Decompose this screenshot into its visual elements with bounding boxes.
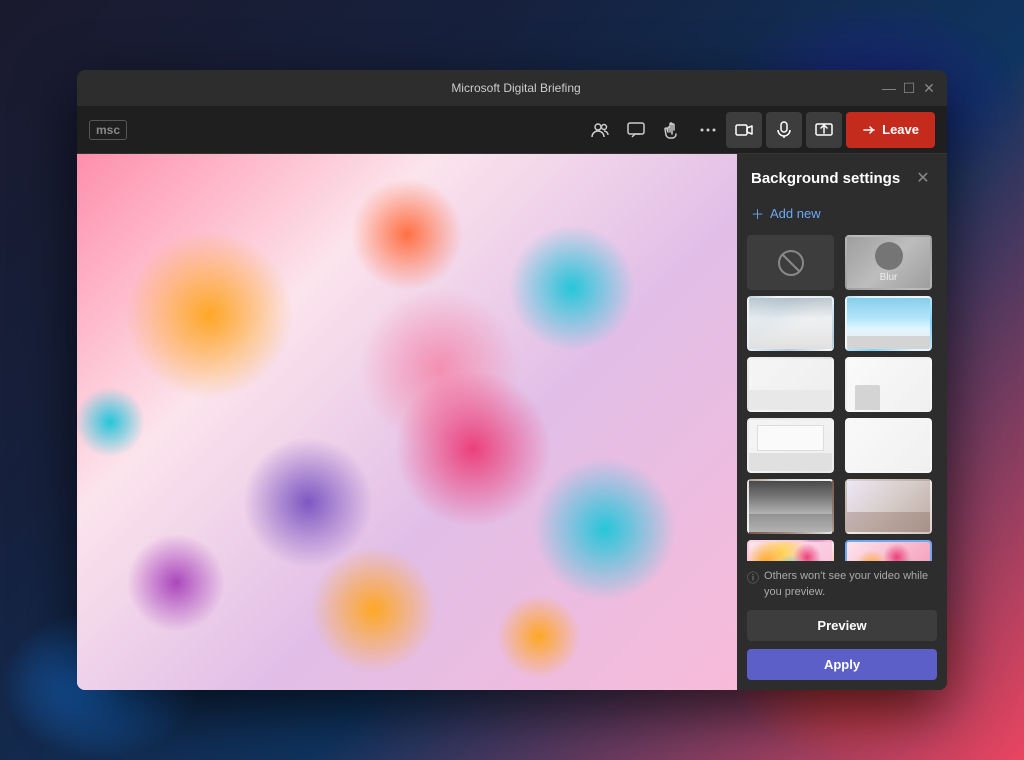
background-blur-thumb[interactable]: Blur — [845, 235, 932, 290]
window-controls: — ☐ ✕ — [883, 82, 935, 94]
add-new-label: Add new — [770, 206, 821, 221]
title-bar: Microsoft Digital Briefing — ☐ ✕ — [77, 70, 947, 106]
background-whitewall-thumb[interactable] — [845, 418, 932, 473]
thumbnails-container: Blur — [737, 235, 947, 561]
video-area — [77, 154, 737, 690]
window-title: Microsoft Digital Briefing — [149, 81, 883, 95]
info-text: Others won't see your video while you pr… — [764, 569, 937, 600]
more-options-icon[interactable] — [698, 120, 718, 140]
video-toggle-button[interactable] — [726, 112, 762, 148]
call-controls: Leave — [726, 112, 935, 148]
background-industrial-thumb[interactable] — [747, 479, 834, 534]
background-plainwall-thumb[interactable] — [845, 479, 932, 534]
leave-button[interactable]: Leave — [846, 112, 935, 148]
info-section: ⓘ Others won't see your video while you … — [737, 561, 947, 606]
minimize-button[interactable]: — — [883, 82, 895, 94]
background-room1-thumb[interactable] — [747, 357, 834, 412]
toolbar-icons — [590, 120, 718, 140]
chat-icon[interactable] — [626, 120, 646, 140]
blur-avatar — [875, 242, 903, 270]
toolbar: msc — [77, 106, 947, 154]
main-window: Microsoft Digital Briefing — ☐ ✕ msc — [77, 70, 947, 690]
bg-settings-close-button[interactable]: ✕ — [913, 168, 933, 188]
logo: msc — [89, 120, 127, 140]
background-minimal1-thumb[interactable] — [747, 418, 834, 473]
background-none-thumb[interactable] — [747, 235, 834, 290]
mic-toggle-button[interactable] — [766, 112, 802, 148]
bg-settings-title: Background settings — [751, 170, 900, 187]
people-icon[interactable] — [590, 120, 610, 140]
background-settings-panel: Background settings ✕ ＋ Add new — [737, 154, 947, 690]
background-office1-thumb[interactable] — [747, 296, 834, 351]
leave-button-label: Leave — [882, 122, 919, 137]
raise-hand-icon[interactable] — [662, 120, 682, 140]
preview-button[interactable]: Preview — [747, 610, 937, 641]
background-room2-thumb[interactable] — [845, 357, 932, 412]
add-new-button[interactable]: ＋ Add new — [737, 198, 947, 235]
video-background — [77, 154, 737, 690]
info-icon: ⓘ — [747, 570, 759, 587]
thumbnails-grid: Blur — [747, 235, 937, 561]
close-button[interactable]: ✕ — [923, 82, 935, 94]
add-new-icon: ＋ — [751, 204, 764, 223]
bg-settings-header: Background settings ✕ — [737, 154, 947, 198]
background-balls1-thumb[interactable] — [747, 540, 834, 561]
blur-label: Blur — [880, 272, 898, 283]
share-screen-button[interactable] — [806, 112, 842, 148]
main-content: Background settings ✕ ＋ Add new — [77, 154, 947, 690]
apply-button[interactable]: Apply — [747, 649, 937, 680]
maximize-button[interactable]: ☐ — [903, 82, 915, 94]
background-outdoor1-thumb[interactable] — [845, 296, 932, 351]
background-balls2-thumb[interactable]: ✓ — [845, 540, 932, 561]
